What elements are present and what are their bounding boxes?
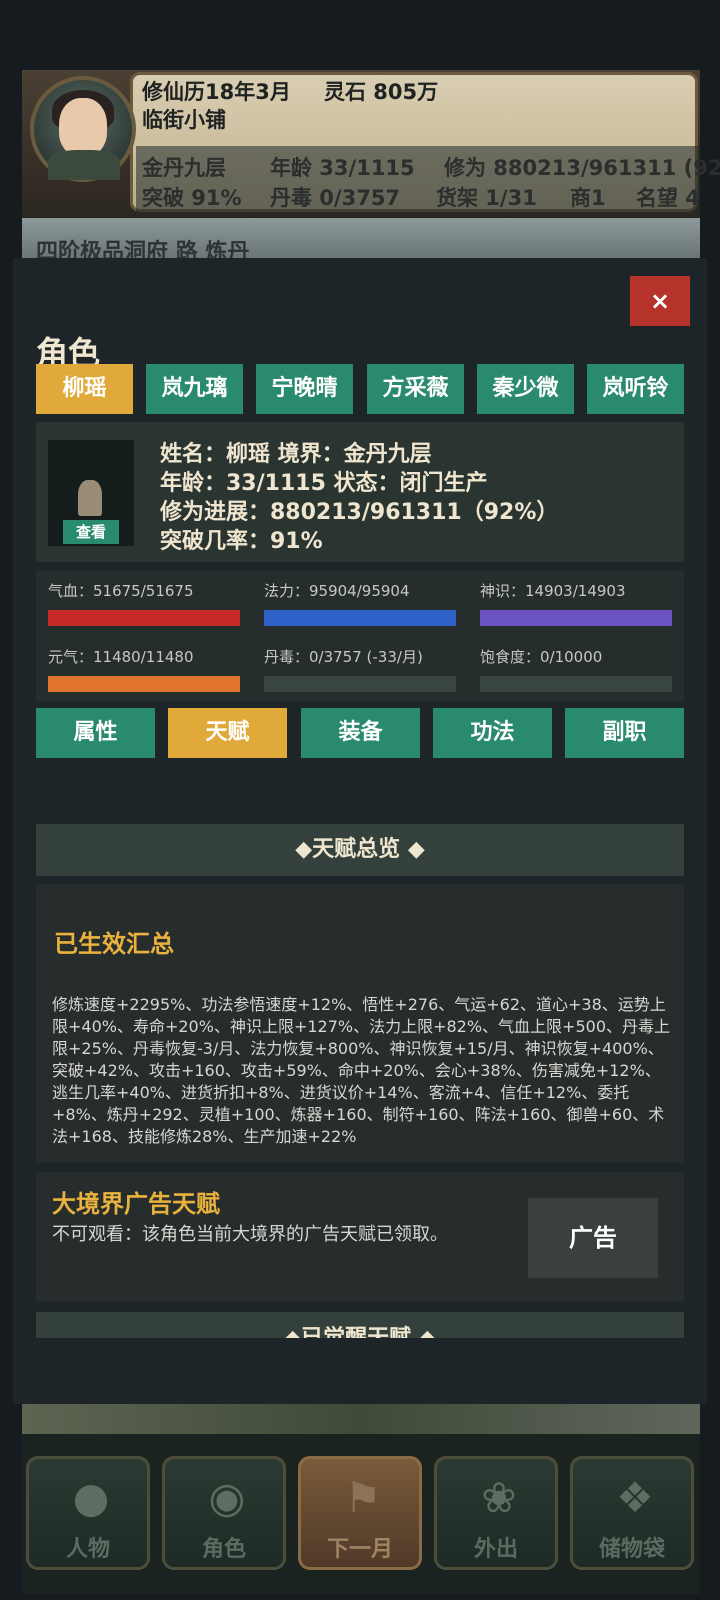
vitality-bar-fill [48,676,240,692]
avatar-body [48,150,120,180]
game-screen: 修仙历18年3月 灵石 805万 临街小铺 金丹九层 年龄 33/1115 修为… [0,0,720,1600]
nav-next-month-label: 下一月 [326,1537,393,1562]
character-tab-liuyao[interactable]: 柳瑶 [36,364,133,414]
spirit-sense-bar-fill [480,610,672,626]
flag-icon: ⚑ [344,1473,382,1522]
awakened-talents-header: ◆已觉醒天赋 ◆ [36,1312,684,1338]
view-button[interactable]: 查看 [63,520,119,544]
satiety-label: 饱食度：0/10000 [480,648,603,666]
nav-outing-label: 外出 [473,1537,518,1562]
name-realm-line: 姓名：柳瑶 境界：金丹九层 [160,442,432,467]
merchant-stat: 商1 [570,186,606,210]
avatar[interactable] [30,76,136,182]
character-figure [78,480,102,516]
nav-person-button[interactable]: ● 人物 [26,1456,150,1570]
tab-equipment[interactable]: 装备 [301,708,420,758]
tab-techniques[interactable]: 功法 [433,708,552,758]
realm-stat: 金丹九层 [142,156,226,180]
reputation-stat: 名望 4 [636,186,700,210]
shelf-stat: 货架 1/31 [436,186,537,210]
character-tab-ningwanqing[interactable]: 宁晚晴 [256,364,353,414]
nav-outing-button[interactable]: ❀ 外出 [434,1456,558,1570]
character-icon: ◉ [208,1473,246,1522]
header-stats: 金丹九层 年龄 33/1115 修为 880213/961311 (92 突破 … [136,146,720,212]
game-date: 修仙历18年3月 [142,80,291,104]
shop-name: 临街小铺 [142,108,226,132]
lotus-icon: ❀ [481,1473,517,1522]
mana-bar [264,610,456,626]
nav-character-label: 角色 [201,1537,246,1562]
effects-summary-text: 修炼速度+2295%、功法参悟速度+12%、悟性+276、气运+62、道心+38… [52,995,671,1146]
age-status-line: 年龄：33/1115 状态：闭门生产 [160,471,488,496]
nav-next-month-button[interactable]: ⚑ 下一月 [298,1456,422,1570]
close-button[interactable]: × [630,276,690,326]
nav-storage-bag-button[interactable]: ❖ 储物袋 [570,1456,694,1570]
satiety-bar [480,676,672,692]
cultivation-stat: 修为 880213/961311 (92 [444,156,720,180]
tab-attributes[interactable]: 属性 [36,708,155,758]
vitality-label: 元气：11480/11480 [48,648,194,666]
pill-poison-label: 丹毒：0/3757 (-33/月) [264,648,423,666]
poison-stat: 丹毒 0/3757 [270,186,401,210]
character-tab-fangcaiwei[interactable]: 方采薇 [367,364,464,414]
landscape-strip [22,1404,700,1434]
breakthrough-stat: 突破 91% [142,186,242,210]
ad-talent-desc: 不可观看：该角色当前大境界的广告天赋已领取。 [52,1224,448,1245]
scene-text: 四阶极品洞府 路 炼丹 [36,240,250,258]
nav-storage-bag-label: 储物袋 [598,1537,665,1562]
spirit-stones: 灵石 805万 [324,80,439,104]
age-stat: 年龄 33/1115 [270,156,415,180]
character-tab-qinshaowei[interactable]: 秦少微 [477,364,574,414]
hp-bar-fill [48,610,240,626]
scene-strip: 四阶极品洞府 路 炼丹 [22,218,700,258]
spirit-sense-label: 神识：14903/14903 [480,582,626,600]
nav-person-label: 人物 [65,1537,110,1562]
mana-bar-fill [264,610,456,626]
vitality-bar [48,676,240,692]
ad-talent-title: 大境界广告天赋 [52,1190,220,1218]
avatar-face [59,98,107,156]
hp-bar [48,610,240,626]
nav-character-button[interactable]: ◉ 角色 [162,1456,286,1570]
talent-overview-header: ◆天赋总览 ◆ [36,824,684,876]
breakthrough-chance-line: 突破几率：91% [160,529,323,554]
person-icon: ● [72,1473,110,1522]
character-tab-lanjiuli[interactable]: 岚九璃 [146,364,243,414]
tab-talents[interactable]: 天赋 [168,708,287,758]
hp-label: 气血：51675/51675 [48,582,194,600]
mana-label: 法力：95904/95904 [264,582,410,600]
awakened-talents-title: ◆已觉醒天赋 ◆ [36,1320,684,1338]
ad-button[interactable]: 广告 [528,1198,658,1278]
bag-icon: ❖ [616,1473,654,1522]
effects-summary-title: 已生效汇总 [54,930,174,958]
tab-side-jobs[interactable]: 副职 [565,708,684,758]
pill-poison-bar [264,676,456,692]
cultivation-progress-line: 修为进展：880213/961311（92%） [160,500,559,525]
character-tab-lantingling[interactable]: 岚听铃 [587,364,684,414]
spirit-sense-bar [480,610,672,626]
